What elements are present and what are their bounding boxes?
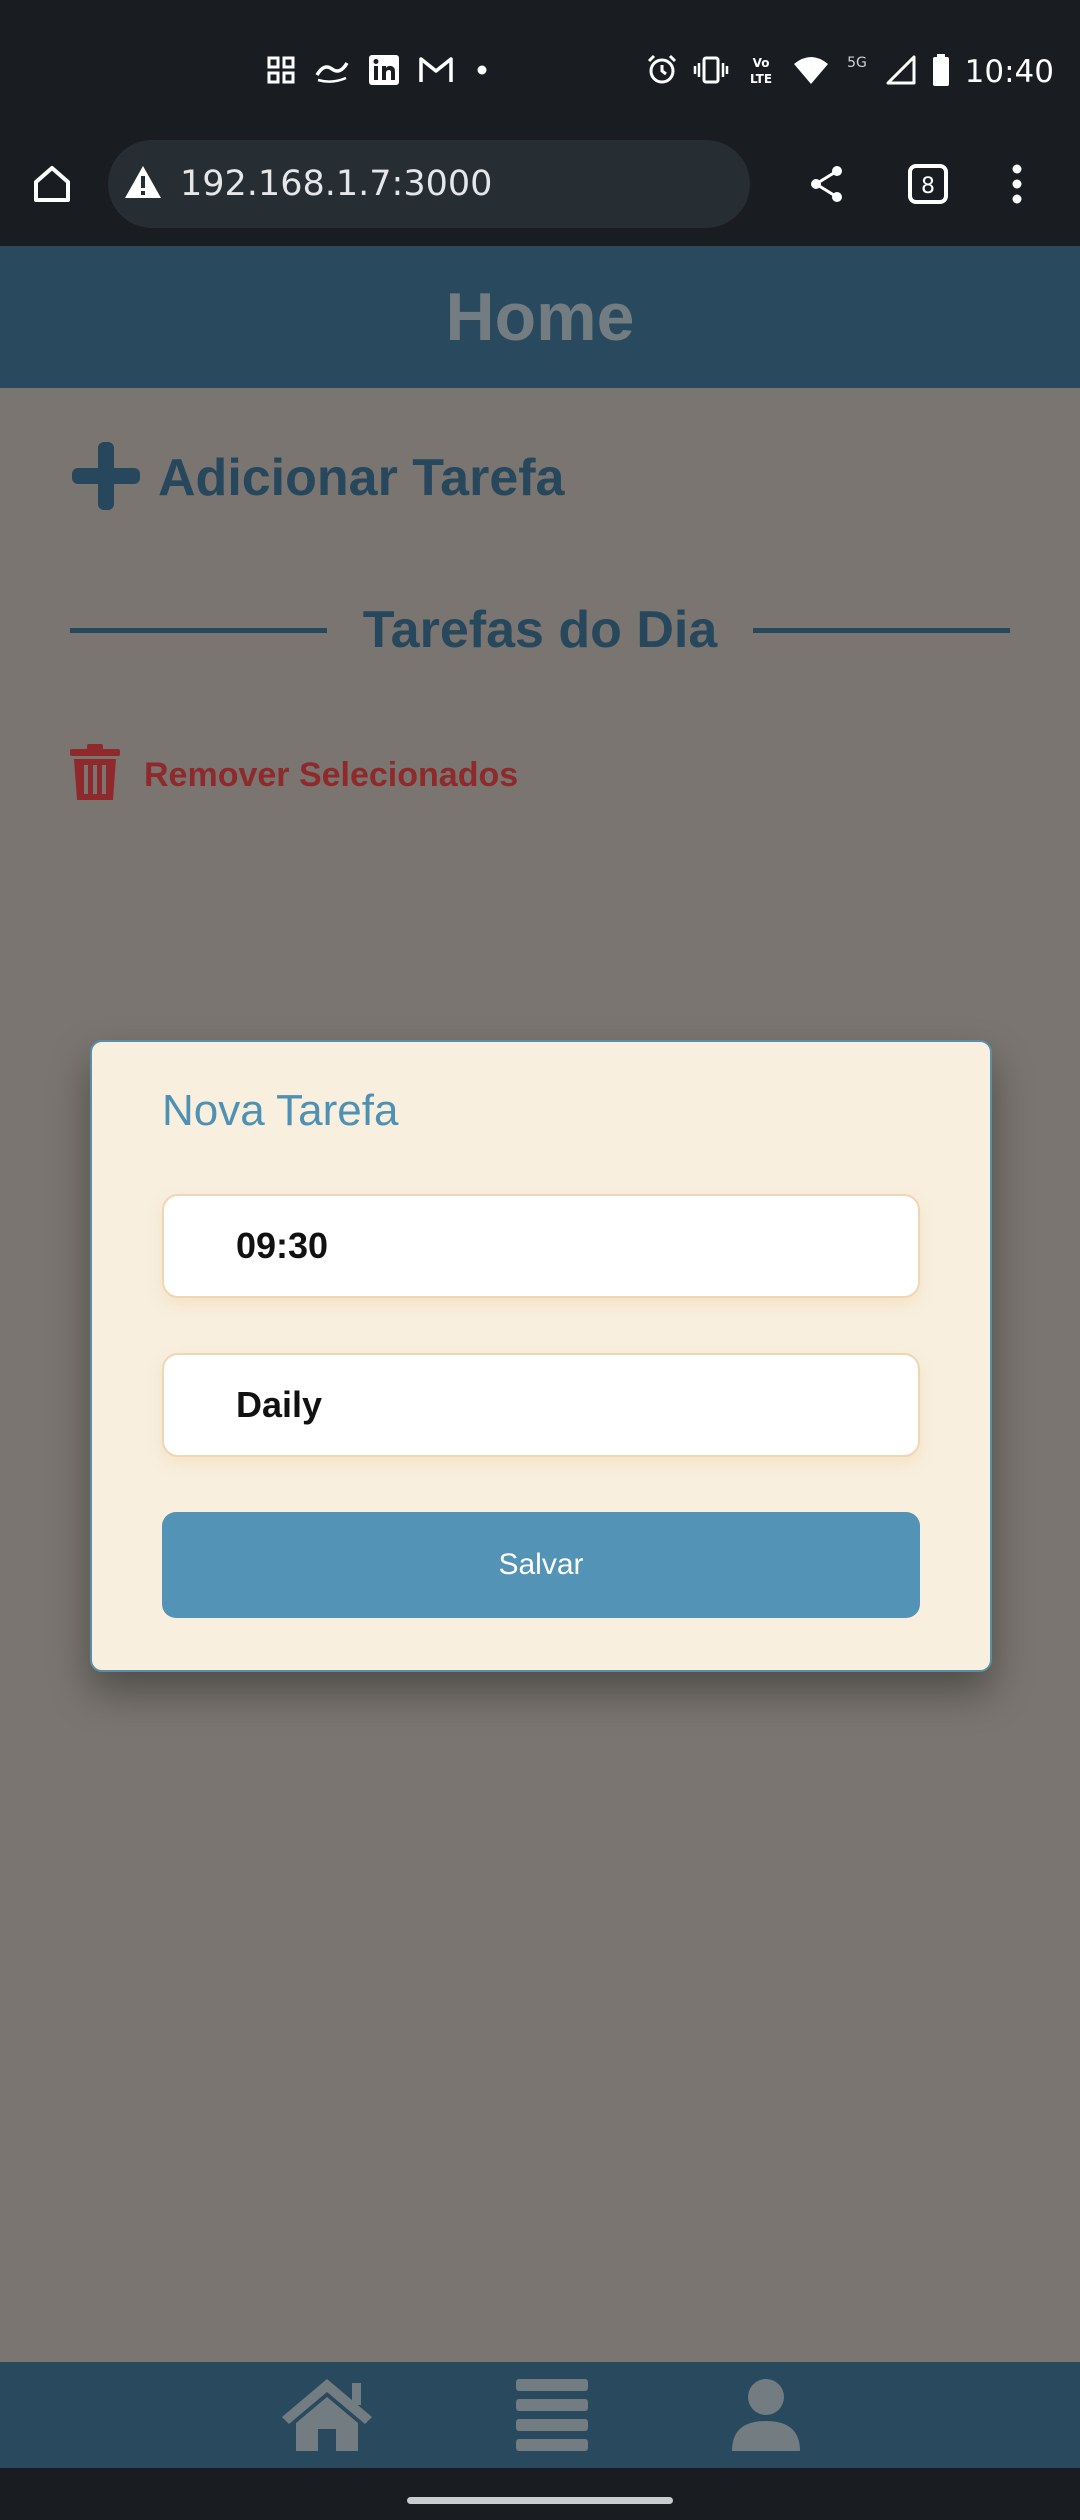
ifood-icon bbox=[314, 55, 350, 90]
notification-icons bbox=[266, 54, 492, 91]
remove-selected-label: Remover Selecionados bbox=[144, 755, 519, 794]
save-button[interactable]: Salvar bbox=[162, 1512, 920, 1618]
alarm-icon bbox=[645, 53, 679, 92]
svg-text:5G: 5G bbox=[847, 55, 867, 71]
grid-icon bbox=[266, 55, 296, 90]
gmail-icon bbox=[418, 55, 454, 90]
more-icon[interactable] bbox=[987, 154, 1047, 214]
address-bar[interactable]: 192.168.1.7:3000 bbox=[108, 140, 750, 228]
modal-title: Nova Tarefa bbox=[162, 1086, 399, 1135]
battery-icon bbox=[931, 53, 951, 92]
warning-icon[interactable] bbox=[124, 164, 162, 205]
nav-home-icon[interactable] bbox=[280, 2374, 374, 2456]
system-icons: Vo LTE 5G 10:40 bbox=[645, 52, 1054, 92]
svg-text:Vo: Vo bbox=[752, 56, 769, 70]
gesture-area bbox=[0, 2468, 1080, 2520]
divider-right bbox=[753, 627, 1011, 633]
tabs-icon[interactable]: 8 bbox=[898, 154, 958, 214]
task-description-input[interactable]: Daily bbox=[162, 1353, 920, 1457]
url-text[interactable]: 192.168.1.7:3000 bbox=[180, 164, 492, 204]
home-icon[interactable] bbox=[22, 154, 82, 214]
nav-profile-icon[interactable] bbox=[730, 2374, 802, 2456]
share-icon[interactable] bbox=[797, 154, 857, 214]
signal-icon bbox=[885, 54, 917, 91]
dot-icon bbox=[472, 60, 492, 85]
remove-selected-button[interactable]: Remover Selecionados bbox=[70, 743, 519, 807]
volte-icon: Vo LTE bbox=[743, 53, 779, 92]
time-input[interactable]: 09:30 bbox=[162, 1194, 920, 1298]
trash-icon bbox=[70, 743, 120, 807]
browser-toolbar: 192.168.1.7:3000 8 bbox=[0, 140, 1080, 246]
linkedin-icon bbox=[368, 54, 400, 91]
divider-left bbox=[70, 627, 327, 633]
plus-icon bbox=[70, 440, 142, 517]
app-header: Home bbox=[0, 246, 1080, 388]
status-bar: Vo LTE 5G 10:40 bbox=[0, 0, 1080, 140]
vibrate-icon bbox=[693, 53, 729, 92]
tab-count: 8 bbox=[921, 174, 935, 199]
status-time: 10:40 bbox=[964, 54, 1054, 90]
new-task-modal: Nova Tarefa 09:30 Daily Salvar bbox=[90, 1040, 992, 1672]
add-task-label: Adicionar Tarefa bbox=[158, 449, 565, 507]
add-task-button[interactable]: Adicionar Tarefa bbox=[70, 440, 564, 516]
section-title: Tarefas do Dia bbox=[362, 601, 718, 659]
bottom-nav bbox=[0, 2362, 1080, 2468]
section-header: Tarefas do Dia bbox=[70, 595, 1011, 665]
page-title: Home bbox=[445, 279, 635, 355]
wifi-icon bbox=[793, 55, 829, 90]
nav-list-icon[interactable] bbox=[516, 2374, 588, 2456]
5g-icon: 5G bbox=[843, 53, 871, 92]
svg-text:LTE: LTE bbox=[750, 72, 772, 86]
gesture-handle[interactable] bbox=[407, 2497, 673, 2504]
